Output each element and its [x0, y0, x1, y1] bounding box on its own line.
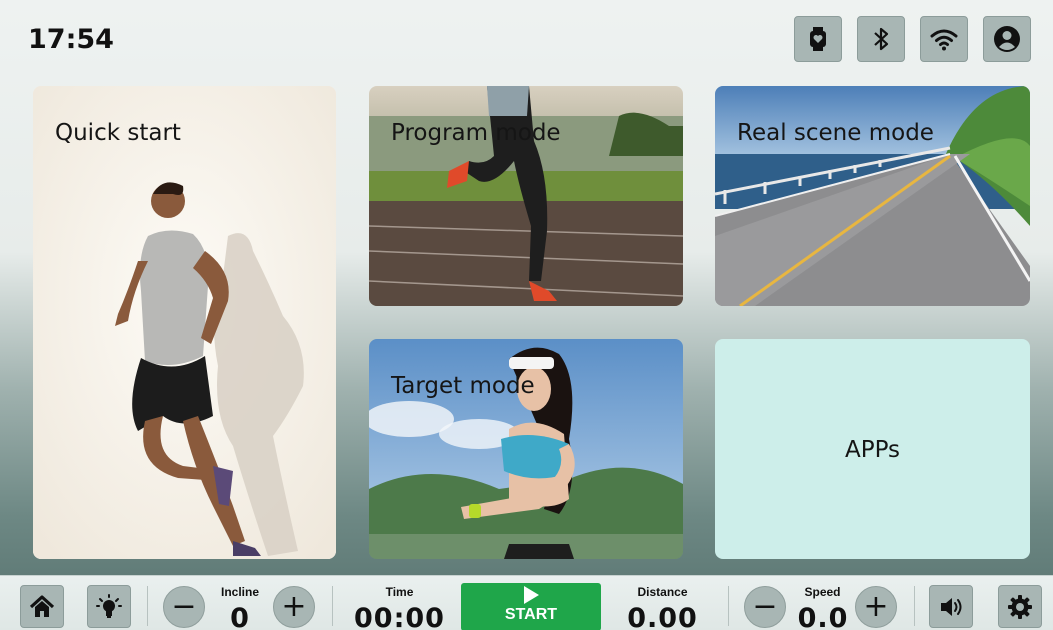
woman-smartwatch-image	[369, 339, 683, 559]
program-mode-tile[interactable]: Program mode	[369, 86, 683, 306]
speed-value: 0.0	[797, 603, 849, 630]
bluetooth-button[interactable]	[857, 16, 905, 62]
runner-track-image	[369, 86, 683, 306]
clock: 17:54	[28, 24, 114, 55]
incline-increase-button[interactable]: +	[273, 586, 315, 628]
play-icon	[523, 586, 539, 604]
incline-value: 0	[230, 603, 250, 630]
runner-man-image	[33, 86, 336, 559]
speed-decrease-button[interactable]: −	[744, 586, 786, 628]
incline-decrease-button[interactable]: −	[163, 586, 205, 628]
status-icons	[794, 16, 1031, 62]
lightbulb-icon	[96, 593, 122, 618]
coastal-road-image	[715, 86, 1030, 306]
distance-value: 0.00	[627, 603, 698, 630]
start-button[interactable]: START	[461, 583, 601, 630]
user-profile-button[interactable]	[983, 16, 1031, 62]
quick-start-label: Quick start	[55, 120, 181, 146]
home-icon	[29, 594, 55, 617]
watch-heart-icon	[810, 27, 826, 51]
bluetooth-icon	[874, 27, 889, 51]
smartwatch-button[interactable]	[794, 16, 842, 62]
wifi-button[interactable]	[920, 16, 968, 62]
speed-label: Speed	[804, 585, 841, 599]
program-mode-label: Program mode	[391, 120, 561, 146]
gear-icon	[1008, 594, 1032, 619]
target-mode-tile[interactable]: Target mode	[369, 339, 683, 559]
speed-increase-button[interactable]: +	[855, 586, 897, 628]
volume-icon	[941, 597, 962, 616]
quick-start-tile[interactable]: Quick start	[33, 86, 336, 559]
divider	[332, 586, 333, 626]
apps-label: APPs	[844, 437, 901, 463]
volume-button[interactable]	[929, 585, 973, 628]
divider	[147, 586, 148, 626]
wifi-icon	[930, 29, 958, 51]
home-button[interactable]	[20, 585, 64, 628]
settings-button[interactable]	[998, 585, 1042, 628]
apps-tile[interactable]: APPs	[715, 339, 1030, 559]
real-scene-mode-label: Real scene mode	[737, 120, 934, 146]
distance-label: Distance	[637, 585, 688, 599]
time-label: Time	[385, 585, 414, 599]
user-icon	[994, 26, 1020, 52]
light-button[interactable]	[87, 585, 131, 628]
control-bar: − Incline 0 + Time 00:00 START Distance …	[0, 575, 1053, 630]
target-mode-label: Target mode	[391, 373, 535, 399]
time-value: 00:00	[354, 603, 445, 630]
start-label: START	[504, 606, 558, 623]
divider	[728, 586, 729, 626]
incline-label: Incline	[220, 585, 259, 599]
real-scene-mode-tile[interactable]: Real scene mode	[715, 86, 1030, 306]
divider	[914, 586, 915, 626]
